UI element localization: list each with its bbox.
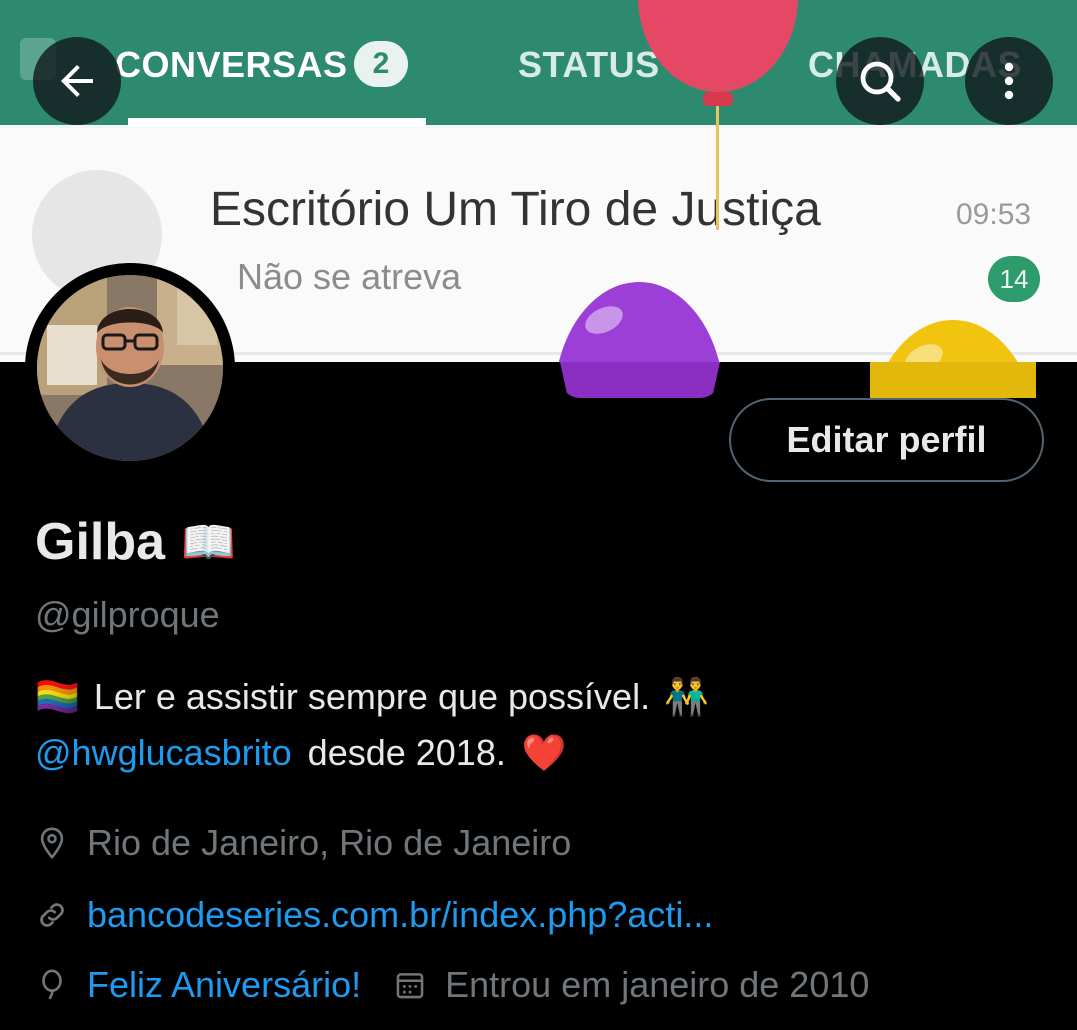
bio-text: Ler e assistir sempre que possível. xyxy=(93,676,651,717)
back-button[interactable] xyxy=(33,37,121,125)
bio-line-2: @hwglucasbrito desde 2018. ❤️ xyxy=(35,732,567,774)
banner-chat-message: Não se atreva xyxy=(237,256,462,297)
birthday-link[interactable]: Feliz Aniversário! xyxy=(87,964,361,1006)
banner-tab-status: STATUS xyxy=(518,44,660,85)
display-name-row: Gilba 📖 xyxy=(35,512,236,572)
banner-chat-name: Escritório Um Tiro de Justiça xyxy=(210,183,821,236)
profile-avatar-ring[interactable] xyxy=(25,263,235,473)
banner-chat-unread: 14 xyxy=(988,256,1040,302)
search-icon xyxy=(860,61,901,102)
bio-line-1: 🏳️‍🌈 Ler e assistir sempre que possível.… xyxy=(35,676,709,718)
two-men-holding-hands-icon: 👬 xyxy=(664,676,709,717)
banner-tab-conversas: CONVERSAS xyxy=(115,44,348,85)
balloon-string xyxy=(716,100,719,230)
arrow-left-icon xyxy=(61,65,93,97)
balloon-yellow-peek xyxy=(870,362,1036,398)
user-handle: @gilproque xyxy=(35,594,220,635)
balloon-purple-peek xyxy=(560,362,720,398)
location-row: Rio de Janeiro, Rio de Janeiro xyxy=(35,822,571,864)
avatar[interactable] xyxy=(37,275,223,461)
edit-profile-button[interactable]: Editar perfil xyxy=(729,398,1044,482)
location-pin-icon xyxy=(40,827,64,860)
birthday-joined-row: Feliz Aniversário! Entrou em janeiro de … xyxy=(35,964,869,1006)
more-vertical-icon xyxy=(1004,62,1014,100)
book-emoji-icon: 📖 xyxy=(181,518,236,567)
website-link[interactable]: bancodeseries.com.br/index.php?acti... xyxy=(87,894,713,936)
banner-chat-time: 09:53 xyxy=(956,198,1032,231)
avatar-photo xyxy=(37,275,223,461)
display-name: Gilba xyxy=(35,513,166,571)
red-heart-icon: ❤️ xyxy=(521,732,567,773)
calendar-icon xyxy=(396,973,424,999)
location-text: Rio de Janeiro, Rio de Janeiro xyxy=(87,822,572,863)
bio-mention-link[interactable]: @hwglucasbrito xyxy=(35,732,292,774)
bio-text-2: desde 2018. xyxy=(307,732,506,773)
more-options-button[interactable] xyxy=(965,37,1053,125)
search-button[interactable] xyxy=(836,37,924,125)
link-icon xyxy=(40,903,64,927)
joined-date: Entrou em janeiro de 2010 xyxy=(445,964,870,1005)
website-row: bancodeseries.com.br/index.php?acti... xyxy=(35,894,713,936)
banner-tab-underline xyxy=(128,118,426,127)
banner-tab-count: 2 xyxy=(354,41,408,87)
balloon-icon xyxy=(42,969,62,1000)
rainbow-flag-icon: 🏳️‍🌈 xyxy=(35,676,80,717)
balloon-knot xyxy=(703,92,733,106)
